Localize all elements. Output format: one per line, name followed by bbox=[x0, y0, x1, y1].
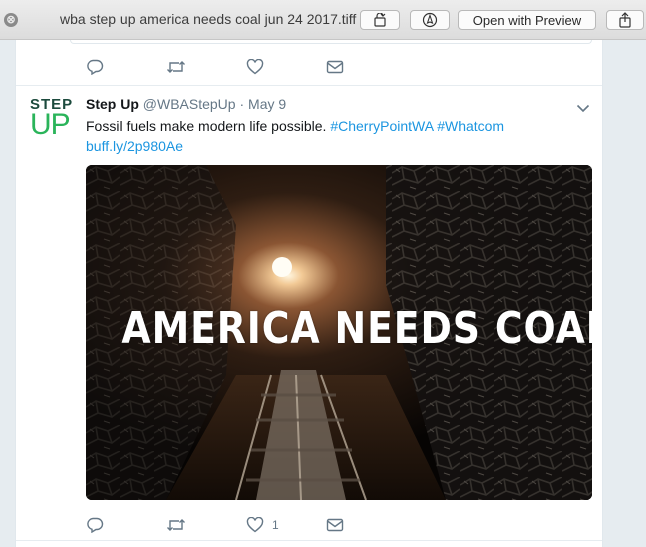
heart-icon bbox=[246, 517, 264, 533]
retweet-icon bbox=[166, 517, 186, 533]
user-handle[interactable]: @WBAStepUp bbox=[143, 96, 236, 112]
markup-button[interactable] bbox=[410, 10, 450, 30]
window-title: wba step up america needs coal jun 24 20… bbox=[60, 11, 357, 27]
tweet-body: Fossil fuels make modern life possible. bbox=[86, 118, 331, 134]
tweet-header: Step Up @WBAStepUp · May 9 bbox=[86, 96, 286, 112]
hashtag-link[interactable]: #CherryPointWA bbox=[330, 118, 433, 134]
like-button[interactable]: 1 bbox=[246, 517, 326, 533]
reply-button[interactable] bbox=[86, 59, 166, 75]
chevron-down-icon bbox=[576, 100, 590, 117]
share-button[interactable] bbox=[606, 10, 644, 30]
reply-icon bbox=[86, 517, 104, 533]
media-caption: AMERICA NEEDS COAL bbox=[121, 303, 592, 354]
tweet-text: Fossil fuels make modern life possible. … bbox=[86, 116, 516, 156]
close-icon[interactable]: ⊗ bbox=[4, 13, 18, 27]
like-count: 1 bbox=[272, 518, 279, 532]
retweet-button[interactable] bbox=[166, 59, 246, 75]
rotate-icon bbox=[372, 13, 388, 27]
open-with-preview-button[interactable]: Open with Preview bbox=[458, 10, 596, 30]
retweet-icon bbox=[166, 59, 186, 75]
markup-pen-icon bbox=[422, 12, 438, 28]
previous-card-edge bbox=[70, 40, 592, 44]
display-name[interactable]: Step Up bbox=[86, 96, 139, 112]
tweet-menu-button[interactable] bbox=[576, 100, 590, 118]
tweet-divider bbox=[16, 85, 602, 86]
reply-icon bbox=[86, 59, 104, 75]
envelope-icon bbox=[326, 518, 344, 532]
quicklook-titlebar: ⊗ wba step up america needs coal jun 24 … bbox=[0, 0, 646, 40]
avatar[interactable]: STEP UP bbox=[28, 96, 76, 145]
tweet-media-image[interactable]: AMERICA NEEDS COAL bbox=[86, 165, 592, 500]
tweet-date[interactable]: May 9 bbox=[248, 96, 286, 112]
share-icon bbox=[618, 12, 632, 28]
like-button[interactable] bbox=[246, 59, 326, 75]
url-link[interactable]: buff.ly/2p980Ae bbox=[86, 138, 183, 154]
reply-button[interactable] bbox=[86, 517, 166, 533]
tweet-divider bbox=[16, 540, 602, 541]
tweet-actions: 1 bbox=[86, 515, 344, 535]
envelope-icon bbox=[326, 60, 344, 74]
hashtag-link[interactable]: #Whatcom bbox=[437, 118, 504, 134]
direct-message-button[interactable] bbox=[326, 518, 344, 532]
separator-dot: · bbox=[239, 96, 245, 112]
avatar-logo-bottom: UP bbox=[30, 108, 71, 141]
retweet-button[interactable] bbox=[166, 517, 246, 533]
direct-message-button[interactable] bbox=[326, 60, 344, 74]
previous-tweet-actions bbox=[86, 57, 344, 77]
rotate-button[interactable] bbox=[360, 10, 400, 30]
heart-icon bbox=[246, 59, 264, 75]
